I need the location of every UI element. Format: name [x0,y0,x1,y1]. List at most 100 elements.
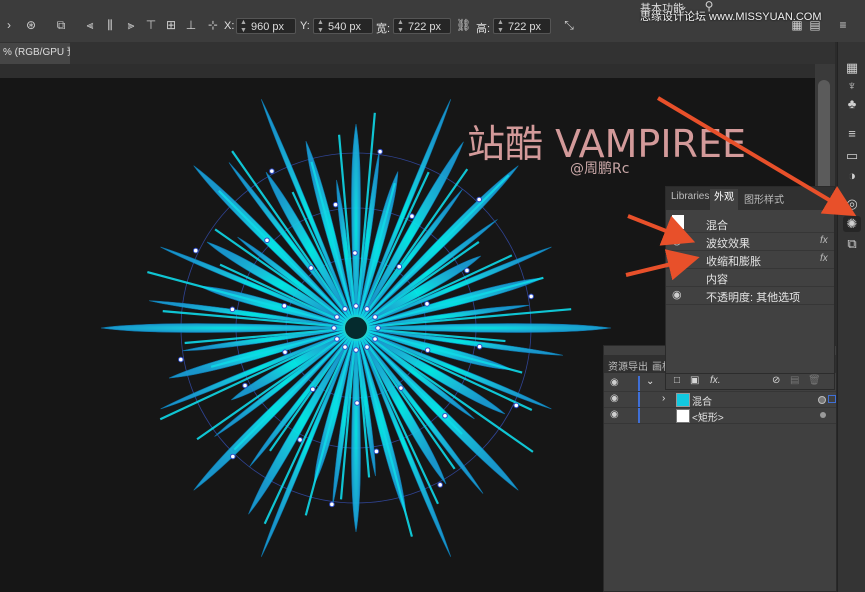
layer-name[interactable]: <矩形> [692,409,724,424]
anchor-point [528,293,534,300]
tab-artboards[interactable]: 画板 [652,358,666,373]
appearance-label[interactable]: 波纹效果 [706,235,750,251]
y-field[interactable]: ▲ ▼ 540 px [313,18,373,34]
anchor-point [334,336,340,342]
fx-icon[interactable]: fx [820,235,828,246]
swatches-icon[interactable]: ▦ [843,60,861,76]
anchor-point [513,402,520,409]
width-label: 宽: [376,23,391,35]
anchor-point [264,237,270,244]
appearance-row-opacity[interactable]: ◉ 不透明度: 其他选项 [666,286,834,305]
appearance-row-pucker[interactable]: ◉ 收缩和膨胀 fx [666,250,834,269]
chevron-down-icon[interactable]: ⌄ [646,376,654,387]
width-field[interactable]: ▲ ▼ 722 px [393,18,451,34]
appearance-row-ripple[interactable]: ◉ 波纹效果 fx [666,232,834,251]
align-top-icon[interactable]: ⊤ [144,19,158,31]
menu-icon[interactable]: ≡ [836,19,850,31]
align-middle-icon[interactable]: ⊞ [164,19,178,31]
height-field[interactable]: ▲ ▼ 722 px [493,18,551,34]
object-thumbnail [672,215,684,229]
chevron-right-icon[interactable]: › [2,19,16,31]
anchor-point [424,301,430,307]
tab-graphic-styles[interactable]: 图形样式 [744,191,784,206]
effects-active-icon[interactable]: ✺ [843,216,861,232]
anchor-point [242,382,248,389]
stepper-icon[interactable]: ▲ ▼ [497,19,504,35]
appearance-icon[interactable]: ◎ [843,196,861,212]
anchor-point [308,265,314,271]
add-fill-icon[interactable]: ▣ [690,375,699,386]
target-icon[interactable] [820,412,826,418]
transform-icon[interactable]: ⧉ [54,19,68,31]
flower-center [343,315,369,341]
stepper-icon[interactable]: ▲ ▼ [397,19,404,35]
tab-libraries[interactable]: Libraries [671,191,709,202]
fx-icon[interactable]: fx [820,253,828,264]
anchor-point [353,303,359,309]
transparency-icon[interactable]: ◑ [843,168,861,184]
stepper-icon[interactable]: ▲ ▼ [317,19,324,35]
eye-icon[interactable]: ◉ [672,234,682,247]
anchor-point [437,482,443,488]
recolor-icon[interactable]: ⊛ [24,19,38,31]
eye-icon[interactable]: ◉ [672,288,682,301]
layer-thumbnail [676,409,690,423]
anchor-point [281,303,288,309]
eye-icon[interactable]: ◉ [610,409,619,420]
reference-point-icon[interactable]: ⊹ [206,19,220,31]
appearance-row-blend[interactable]: 混合 [666,214,834,233]
eye-icon[interactable]: ◉ [672,252,682,265]
anchor-point [375,325,381,331]
delete-icon[interactable]: 🗑 [808,375,821,386]
anchor-point [332,201,339,208]
x-label: X: [224,20,235,32]
tab-appearance[interactable]: 外观 [710,189,738,210]
stroke-icon[interactable]: ≡ [843,126,861,142]
right-panel-dock [837,42,865,592]
link-icon[interactable]: ⛓ [456,19,471,31]
appearance-label: 混合 [706,220,728,232]
appearance-label: 内容 [706,274,728,286]
y-label: Y: [300,20,310,32]
tab-asset-export[interactable]: 资源导出 [608,358,648,373]
stepper-icon[interactable]: ▲ ▼ [240,19,247,35]
transform-options-icon[interactable]: ⤡ [562,19,576,31]
appearance-label[interactable]: 不透明度: 其他选项 [706,289,800,305]
layer-color-bar [638,408,640,423]
graphic-styles-icon[interactable]: ⧉ [843,236,861,252]
layer-color-bar [638,392,640,407]
clear-icon[interactable]: ⊘ [772,375,780,386]
anchor-point [331,325,337,331]
anchor-point [372,336,378,342]
layer-row[interactable]: ◉ › 混合 [604,392,836,408]
add-effect-button[interactable]: fx. [710,375,721,386]
height-value: 722 px [508,21,542,33]
anchor-point [342,306,348,312]
canvas-subtitle: @周鹏Rc [570,161,630,177]
appearance-row-contents[interactable]: 内容 [666,268,834,287]
align-right-icon[interactable]: ⫸ [124,19,138,31]
height-label: 高: [476,23,491,35]
add-stroke-icon[interactable]: □ [674,375,680,386]
x-field[interactable]: ▲ ▼ 960 px [236,18,296,34]
appearance-tab-bar: Libraries 外观 图形样式 [666,187,834,210]
anchor-point [364,306,370,312]
align-left-icon[interactable]: ⫷ [83,19,97,31]
layer-name[interactable]: 混合 [692,393,712,408]
gradient-icon[interactable]: ▭ [843,148,861,164]
eye-icon[interactable]: ◉ [610,393,619,404]
eye-icon[interactable]: ◉ [610,377,619,388]
appearance-label[interactable]: 收缩和膨胀 [706,253,761,269]
align-center-icon[interactable]: ⫼ [103,19,117,31]
symbols-icon[interactable]: ♣ [843,96,861,112]
anchor-point [398,385,404,391]
layer-row[interactable]: ◉ <矩形> [604,408,836,424]
anchor-point [464,267,470,274]
duplicate-icon[interactable]: ▤ [790,375,799,386]
align-bottom-icon[interactable]: ⊥ [184,19,198,31]
target-icon[interactable] [818,396,826,404]
document-tab[interactable]: % (RGB/GPU 预览) [0,43,70,64]
document-tab-bar [0,42,835,64]
chevron-right-icon[interactable]: › [662,393,665,404]
brush-icon[interactable]: ♆ [843,78,861,94]
